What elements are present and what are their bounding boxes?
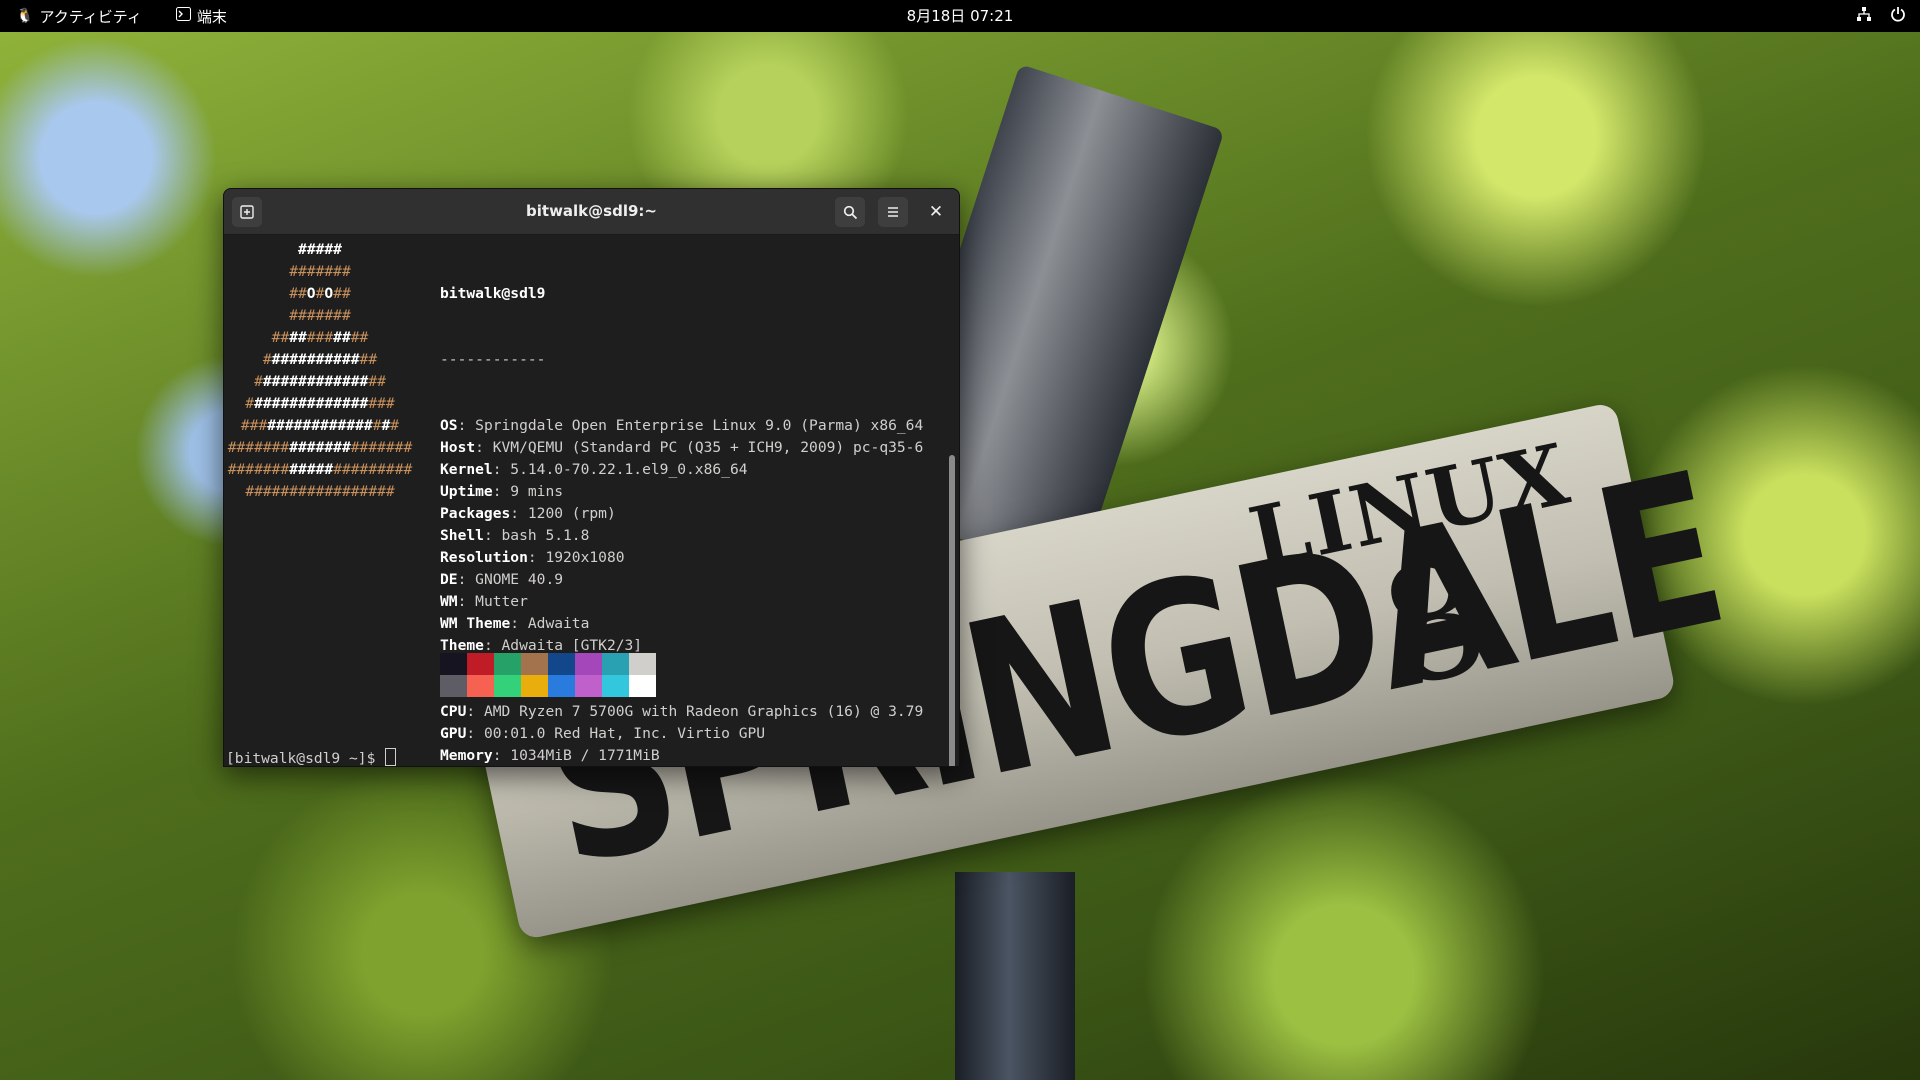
- terminal-output[interactable]: ##### ####### ##O#O## ####### ########### ###…: [224, 235, 959, 766]
- info-line: OS: Springdale Open Enterprise Linux 9.0…: [440, 417, 924, 434]
- info-key: OS: [440, 417, 458, 434]
- info-value: AMD Ryzen 7 5700G with Radeon Graphics (…: [483, 703, 924, 720]
- info-key: DE: [440, 571, 458, 588]
- palette-swatch: [440, 675, 467, 697]
- info-line: Memory: 1034MiB / 1771MiB: [440, 747, 660, 764]
- hamburger-menu-icon: [888, 207, 898, 217]
- scrollbar[interactable]: [949, 455, 955, 766]
- palette-swatch: [548, 675, 575, 697]
- palette-swatch: [494, 653, 521, 675]
- logo-line: #####: [298, 241, 342, 258]
- info-line: WM: Mutter: [440, 593, 528, 610]
- info-line: Kernel: 5.14.0-70.22.1.el9_0.x86_64: [440, 461, 748, 478]
- app-menu-label: 端末: [196, 7, 227, 26]
- info-line: WM Theme: Adwaita: [440, 615, 590, 632]
- activities-label: アクティビティ: [39, 7, 142, 26]
- power-icon[interactable]: [1890, 6, 1906, 26]
- clock[interactable]: 8月18日 07:21: [907, 7, 1014, 25]
- info-line: Resolution: 1920x1080: [440, 549, 625, 566]
- info-key: CPU: [440, 703, 467, 720]
- palette-swatch: [467, 675, 494, 697]
- logo-line: ##O#O##: [289, 285, 351, 302]
- palette-swatch: [629, 653, 656, 675]
- logo-line: #################: [245, 395, 395, 412]
- terminal-header-bar[interactable]: bitwalk@sdl9:~ ✕: [224, 189, 959, 235]
- shell-prompt[interactable]: [bitwalk@sdl9 ~]$: [226, 748, 397, 767]
- info-key: Packages: [440, 505, 511, 522]
- info-line: Uptime: 9 mins: [440, 483, 564, 500]
- terminal-window[interactable]: bitwalk@sdl9:~ ✕ ##### ####### ##O#O## ####…: [223, 188, 960, 767]
- activities-button[interactable]: 🐧 アクティビティ: [16, 6, 142, 27]
- palette-swatch: [440, 653, 467, 675]
- info-key: GPU: [440, 725, 467, 742]
- search-button[interactable]: [835, 197, 865, 227]
- info-value: 1920x1080: [545, 549, 625, 566]
- info-value: Adwaita: [527, 615, 590, 632]
- info-key: Theme: [440, 637, 484, 654]
- logo-line: ##################: [240, 417, 400, 434]
- logo-line: #####################: [227, 461, 413, 478]
- palette-swatch: [575, 653, 602, 675]
- info-value: Mutter: [475, 593, 528, 610]
- palette-swatch: [521, 675, 548, 697]
- info-key: Shell: [440, 527, 484, 544]
- logo-line: #####################: [227, 439, 413, 456]
- activities-icon: 🐧: [16, 8, 34, 24]
- user-host-line: bitwalk@sdl9: [440, 285, 546, 302]
- text-cursor: [385, 748, 397, 766]
- info-value: KVM/QEMU (Standard PC (Q35 + ICH9, 2009)…: [492, 439, 924, 456]
- logo-line: #######: [289, 307, 351, 324]
- info-line: Packages: 1200 (rpm): [440, 505, 616, 522]
- info-value: Springdale Open Enterprise Linux 9.0 (Pa…: [475, 417, 924, 434]
- palette-swatch: [467, 653, 494, 675]
- distro-ascii-logo: ##### ####### ##O#O## ####### ########### ###…: [226, 239, 414, 503]
- info-value: 1034MiB / 1771MiB: [510, 747, 660, 764]
- top-bar: 🐧 アクティビティ 端末 8月18日 07:21: [0, 0, 1920, 32]
- search-icon: [843, 205, 857, 219]
- info-key: Memory: [440, 747, 493, 764]
- palette-swatch: [548, 653, 575, 675]
- logo-line: #############: [262, 351, 378, 368]
- logo-line: #######: [289, 263, 351, 280]
- info-line: Shell: bash 5.1.8: [440, 527, 590, 544]
- info-value: 00:01.0 Red Hat, Inc. Virtio GPU: [483, 725, 766, 742]
- info-value: Adwaita [GTK2/3]: [501, 637, 643, 654]
- info-value: 9 mins: [510, 483, 564, 500]
- info-line: Host: KVM/QEMU (Standard PC (Q35 + ICH9,…: [440, 439, 924, 456]
- info-value: 5.14.0-70.22.1.el9_0.x86_64: [510, 461, 748, 478]
- network-icon[interactable]: [1856, 6, 1872, 26]
- palette-swatch: [629, 675, 656, 697]
- info-key: Resolution: [440, 549, 528, 566]
- palette-swatch: [575, 675, 602, 697]
- logo-line: ###########: [271, 329, 369, 346]
- info-line: DE: GNOME 40.9: [440, 571, 564, 588]
- logo-line: ###############: [254, 373, 386, 390]
- color-palette: [440, 653, 656, 697]
- info-key: Kernel: [440, 461, 493, 478]
- info-key: Uptime: [440, 483, 493, 500]
- info-key: WM Theme: [440, 615, 511, 632]
- info-key: WM: [440, 593, 458, 610]
- prompt-text: [bitwalk@sdl9 ~]$: [226, 750, 376, 767]
- sign-pole: [955, 872, 1075, 1080]
- palette-swatch: [602, 675, 629, 697]
- info-value: GNOME 40.9: [475, 571, 564, 588]
- close-icon: ✕: [928, 202, 944, 222]
- terminal-icon: [175, 7, 191, 25]
- info-line: CPU: AMD Ryzen 7 5700G with Radeon Graph…: [440, 703, 924, 720]
- separator-line: ------------: [440, 351, 546, 368]
- logo-line: #################: [245, 483, 395, 500]
- menu-button[interactable]: [878, 197, 908, 227]
- info-value: 1200 (rpm): [527, 505, 616, 522]
- palette-swatch: [521, 653, 548, 675]
- close-button[interactable]: ✕: [921, 197, 951, 227]
- info-key: Host: [440, 439, 476, 456]
- info-value: bash 5.1.8: [501, 527, 590, 544]
- info-line: GPU: 00:01.0 Red Hat, Inc. Virtio GPU: [440, 725, 766, 742]
- palette-swatch: [494, 675, 521, 697]
- palette-swatch: [602, 653, 629, 675]
- app-menu-button[interactable]: 端末: [175, 6, 227, 27]
